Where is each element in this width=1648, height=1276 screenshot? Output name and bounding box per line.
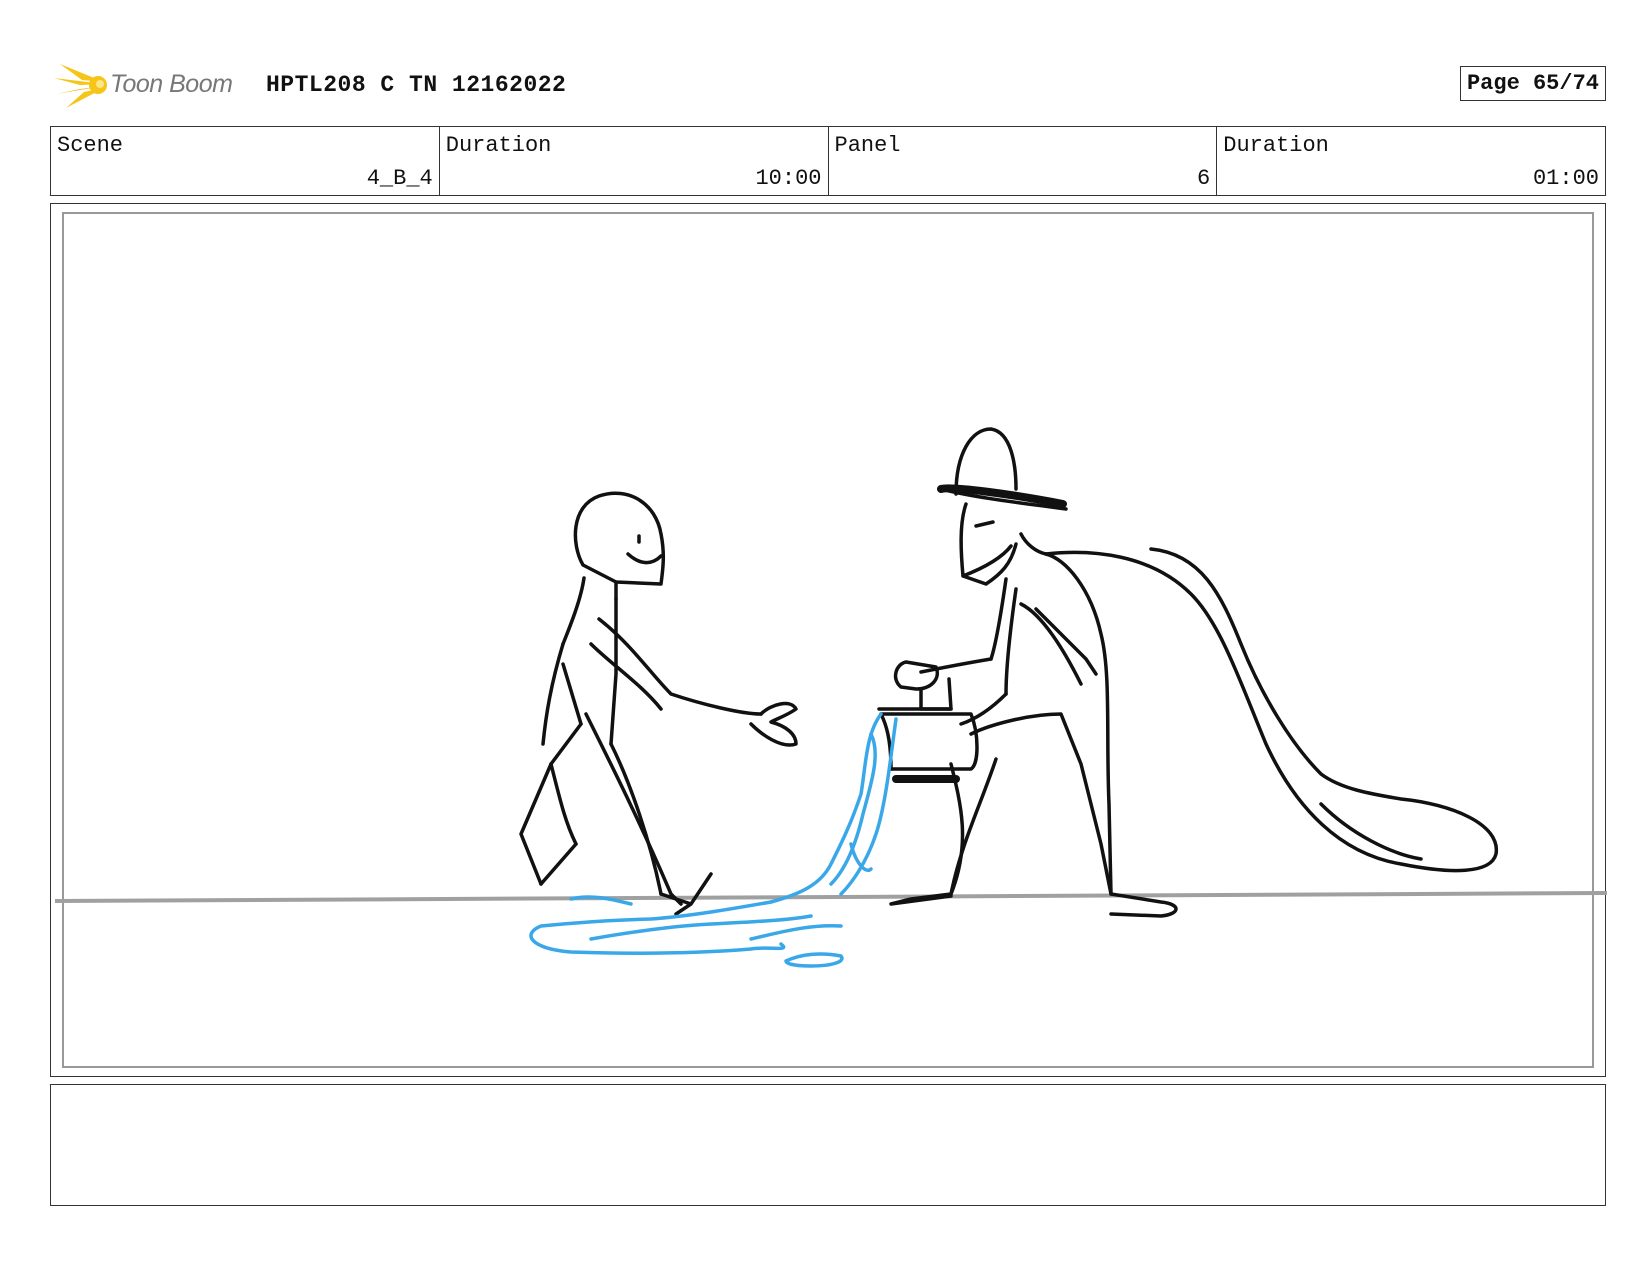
panel-notes-box xyxy=(50,1084,1606,1206)
storyboard-panel xyxy=(50,203,1607,1077)
scene-value: 4_B_4 xyxy=(366,166,433,191)
panel-value: 6 xyxy=(1197,166,1211,191)
watering-can xyxy=(877,660,979,783)
document-title: HPTL208 C TN 12162022 xyxy=(266,72,567,98)
scene-duration-value: 10:00 xyxy=(755,166,822,191)
reaching-character xyxy=(519,491,798,916)
panel-duration-label: Duration xyxy=(1223,133,1329,158)
page-header: Toon Boom HPTL208 C TN 12162022 Page 65/… xyxy=(50,58,1606,112)
logo-wordmark: Toon Boom xyxy=(110,70,233,98)
water-spill xyxy=(529,712,898,968)
star-burst-icon xyxy=(54,64,107,108)
panel-duration-cell: Duration 01:00 xyxy=(1217,127,1605,195)
toon-boom-logo: Toon Boom xyxy=(52,60,252,110)
scene-cell: Scene 4_B_4 xyxy=(51,127,440,195)
panel-sketch xyxy=(54,427,1607,968)
scene-label: Scene xyxy=(57,133,124,158)
pouring-character xyxy=(889,427,1498,918)
scene-duration-label: Duration xyxy=(445,133,552,158)
panel-info-row: Scene 4_B_4 Duration 10:00 Panel 6 Durat… xyxy=(50,126,1606,196)
horizon-line xyxy=(54,891,1607,903)
page-indicator: Page 65/74 xyxy=(1459,66,1606,101)
panel-duration-value: 01:00 xyxy=(1532,166,1599,191)
scene-duration-cell: Duration 10:00 xyxy=(440,127,829,195)
panel-label: Panel xyxy=(834,133,901,158)
panel-cell: Panel 6 xyxy=(829,127,1218,195)
